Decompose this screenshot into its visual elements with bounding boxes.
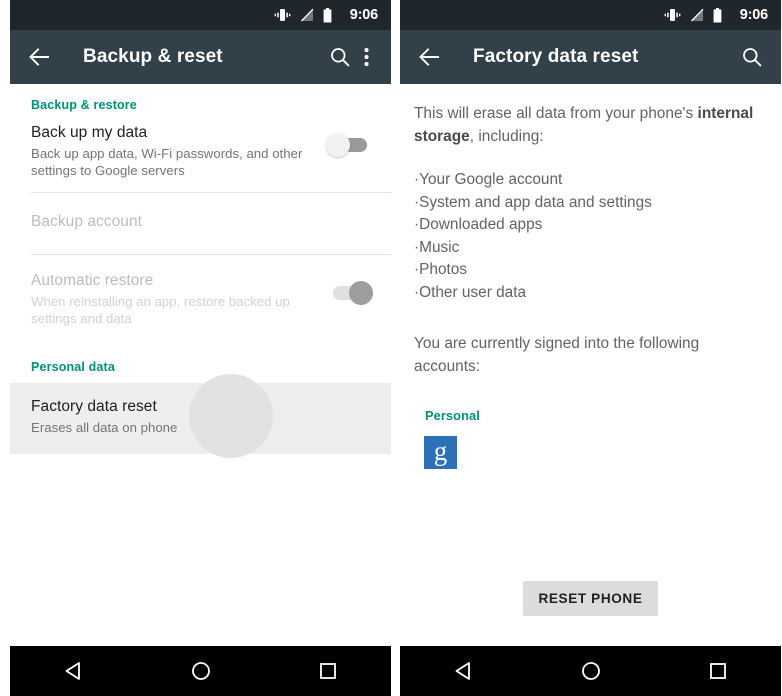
row-back-up-my-data[interactable]: Back up my data Back up app data, Wi-Fi … — [10, 112, 391, 192]
row-texts: Back up my data Back up app data, Wi-Fi … — [31, 123, 326, 179]
row-title: Factory data reset — [31, 398, 157, 415]
row-texts: Automatic restore When reinstalling an a… — [31, 271, 326, 327]
left-status-clock: 9:06 — [349, 7, 378, 23]
row-subtitle: Erases all data on phone — [31, 420, 178, 435]
row-subtitle: When reinstalling an app, restore backed… — [31, 294, 290, 326]
right-phone-screen: 9:06 Factory data reset This will erase … — [400, 0, 781, 696]
overflow-menu-icon[interactable] — [355, 37, 377, 77]
right-status-icon-group: 9:06 — [664, 7, 768, 23]
list-item: ·Photos — [414, 261, 468, 278]
row-subtitle: Back up app data, Wi-Fi passwords, and o… — [31, 146, 303, 178]
toggle-thumb — [349, 281, 373, 305]
list-item: ·Other user data — [414, 283, 527, 301]
right-page-title: Factory data reset — [473, 46, 639, 67]
left-status-icon-group: 9:06 — [274, 7, 378, 23]
signed-in-accounts-paragraph: You are currently signed into the follow… — [414, 335, 700, 375]
nav-home-icon[interactable] — [166, 646, 236, 696]
row-title: Back up my data — [31, 124, 148, 141]
row-texts: Factory data reset Erases all data on ph… — [31, 397, 373, 436]
battery-icon — [713, 7, 722, 22]
left-toolbar: Backup & reset — [10, 30, 391, 84]
list-item: ·System and app data and settings — [414, 193, 652, 211]
toggle-automatic-restore — [326, 281, 373, 305]
row-title: Backup account — [31, 213, 142, 230]
toggle-thumb — [326, 133, 350, 157]
left-phone-screen: 9:06 Backup & reset Backup & restore Bac… — [10, 0, 391, 696]
nav-back-icon[interactable] — [39, 646, 109, 696]
list-item: ·Your Google account — [414, 171, 563, 188]
right-toolbar: Factory data reset — [400, 30, 781, 84]
row-factory-data-reset[interactable]: Factory data reset Erases all data on ph… — [10, 374, 391, 458]
no-signal-icon — [300, 8, 314, 22]
nav-recents-icon[interactable] — [683, 646, 753, 696]
erase-items-list: ·Your Google account ·System and app dat… — [414, 169, 759, 304]
no-signal-icon — [690, 8, 704, 22]
erase-warning-paragraph: This will erase all data from your phone… — [414, 102, 759, 148]
right-status-bar: 9:06 — [400, 0, 781, 30]
vibrate-icon — [664, 9, 681, 21]
row-title: Automatic restore — [31, 272, 154, 289]
right-reset-body: This will erase all data from your phone… — [400, 84, 781, 646]
account-group-label: Personal — [425, 408, 480, 423]
row-texts: Backup account — [31, 212, 373, 232]
right-navigation-bar — [400, 646, 781, 696]
nav-recents-icon[interactable] — [293, 646, 363, 696]
warning-trail: , including: — [469, 128, 544, 145]
back-arrow-icon[interactable] — [26, 37, 52, 77]
account-icon-list: g — [414, 436, 759, 469]
left-status-bar: 9:06 — [10, 0, 391, 30]
row-backup-account: Backup account — [10, 193, 391, 254]
nav-back-icon[interactable] — [429, 646, 499, 696]
left-settings-list: Backup & restore Back up my data Back up… — [10, 84, 391, 646]
nav-home-icon[interactable] — [556, 646, 626, 696]
reset-phone-button[interactable]: RESET PHONE — [523, 581, 658, 616]
google-logo-glyph: g — [433, 436, 448, 466]
section-header-personal-data: Personal data — [31, 360, 115, 374]
google-logo-icon: g — [424, 436, 457, 469]
left-navigation-bar — [10, 646, 391, 696]
battery-icon — [323, 7, 332, 22]
toggle-back-up-my-data[interactable] — [326, 133, 373, 157]
reset-button-container: RESET PHONE — [400, 581, 781, 616]
right-status-clock: 9:06 — [739, 7, 768, 23]
warning-lead: This will erase all data from your phone… — [414, 105, 698, 122]
search-icon[interactable] — [737, 37, 767, 77]
vibrate-icon — [274, 9, 291, 21]
back-arrow-icon[interactable] — [416, 37, 442, 77]
list-item: ·Downloaded apps — [414, 216, 543, 233]
left-page-title: Backup & reset — [83, 46, 223, 67]
list-item: ·Music — [414, 238, 460, 256]
dual-screenshot-container: 9:06 Backup & reset Backup & restore Bac… — [0, 0, 782, 696]
row-automatic-restore: Automatic restore When reinstalling an a… — [10, 255, 391, 340]
section-header-backup-restore: Backup & restore — [31, 98, 137, 112]
body-padding: This will erase all data from your phone… — [400, 84, 781, 469]
search-icon[interactable] — [325, 37, 355, 77]
